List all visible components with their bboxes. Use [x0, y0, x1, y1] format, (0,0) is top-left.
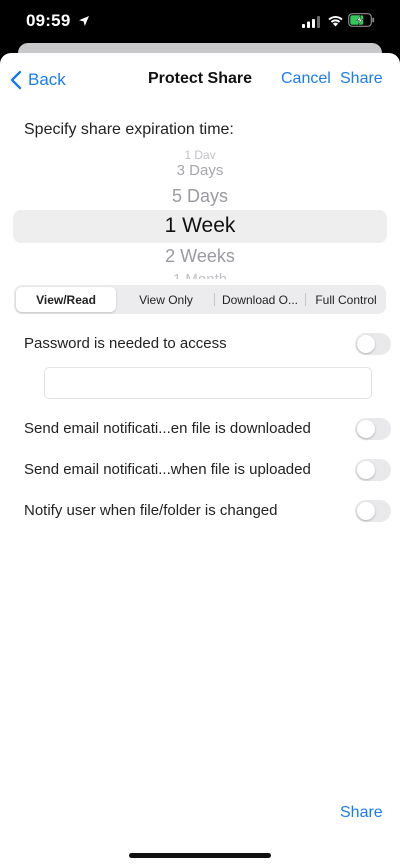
segment-view-read[interactable]: View/Read: [16, 287, 116, 312]
change-notification-label: Notify user when file/folder is changed: [24, 502, 278, 519]
cellular-signal-icon: [302, 15, 320, 33]
toggle-knob: [357, 502, 375, 520]
share-button[interactable]: Share: [340, 70, 383, 88]
battery-charging-icon: [348, 13, 375, 32]
picker-option-selected[interactable]: 1 Week: [0, 214, 400, 238]
picker-option[interactable]: 5 Days: [0, 186, 400, 207]
password-label: Password is needed to access: [24, 335, 227, 352]
toggle-knob: [357, 420, 375, 438]
expiration-label: Specify share expiration time:: [24, 121, 234, 138]
wifi-icon: [327, 14, 344, 32]
picker-option[interactable]: 3 Days: [0, 162, 400, 179]
upload-notification-toggle[interactable]: [355, 459, 391, 481]
toggle-knob: [357, 461, 375, 479]
download-notification-toggle[interactable]: [355, 418, 391, 440]
picker-option[interactable]: 1 Month: [0, 270, 400, 279]
bottom-share-button[interactable]: Share: [340, 804, 383, 822]
status-bar: 09:59: [0, 0, 400, 44]
upload-notification-label: Send email notificati...when file is upl…: [24, 461, 311, 478]
password-input[interactable]: [44, 367, 372, 399]
picker-option[interactable]: 1 Day: [0, 147, 400, 159]
password-toggle[interactable]: [355, 333, 391, 355]
permission-segmented-control: View/Read View Only Download O... Full C…: [14, 285, 386, 314]
picker-option[interactable]: 2 Weeks: [0, 246, 400, 267]
change-notification-toggle[interactable]: [355, 500, 391, 522]
cancel-button[interactable]: Cancel: [281, 70, 331, 88]
toggle-knob: [357, 335, 375, 353]
status-time: 09:59: [26, 11, 71, 30]
segment-view-only[interactable]: View Only: [118, 285, 214, 314]
home-indicator: [129, 853, 271, 858]
segment-full-control[interactable]: Full Control: [306, 285, 386, 314]
location-arrow-icon: [78, 14, 90, 32]
download-notification-label: Send email notificati...en file is downl…: [24, 420, 311, 437]
segment-download-only[interactable]: Download O...: [215, 285, 305, 314]
